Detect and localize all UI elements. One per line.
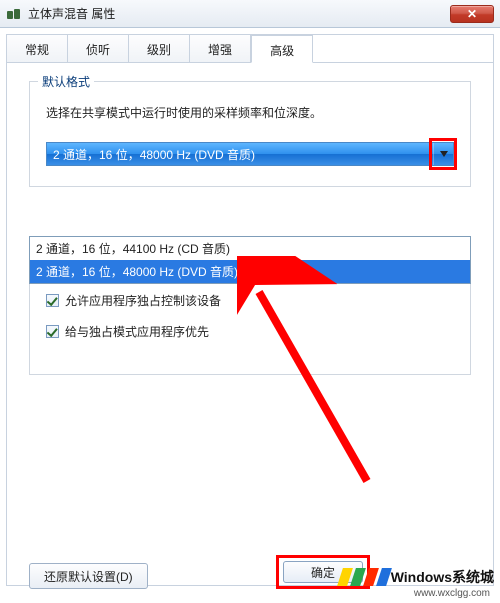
dialog-body: 常规 侦听 级别 增强 高级 默认格式 选择在共享模式中运行时使用的采样频率和位…: [6, 34, 494, 586]
watermark: Windows系统城: [340, 567, 494, 587]
tab-advanced[interactable]: 高级: [251, 35, 313, 63]
tab-levels[interactable]: 级别: [129, 35, 190, 62]
format-dropdown-list: 2 通道，16 位，44100 Hz (CD 音质) 2 通道，16 位，480…: [29, 236, 471, 284]
dropdown-arrow-button[interactable]: [433, 143, 453, 165]
tab-enhance[interactable]: 增强: [190, 35, 251, 62]
exclusive-mode-group: 独占模式 允许应用程序独占控制该设备 给与独占模式应用程序优先: [29, 269, 471, 375]
title-bar: 立体声混音 属性 ✕: [0, 0, 500, 28]
checkbox-label-exclusive-priority: 给与独占模式应用程序优先: [65, 323, 209, 340]
chevron-down-icon: [440, 151, 448, 157]
window-title: 立体声混音 属性: [28, 5, 450, 22]
watermark-text: Windows系统城: [391, 567, 494, 587]
format-option-cd[interactable]: 2 通道，16 位，44100 Hz (CD 音质): [30, 237, 470, 260]
format-dropdown[interactable]: 2 通道，16 位，48000 Hz (DVD 音质): [46, 142, 454, 166]
format-dropdown-wrap: 2 通道，16 位，48000 Hz (DVD 音质): [46, 142, 454, 166]
default-format-title: 默认格式: [38, 73, 94, 90]
checkbox-allow-exclusive[interactable]: [46, 294, 59, 307]
checkbox-row-allow-exclusive: 允许应用程序独占控制该设备: [46, 292, 454, 309]
restore-defaults-button[interactable]: 还原默认设置(D): [29, 563, 148, 589]
default-format-description: 选择在共享模式中运行时使用的采样频率和位深度。: [46, 104, 454, 122]
tab-listen[interactable]: 侦听: [68, 35, 129, 62]
format-dropdown-value: 2 通道，16 位，48000 Hz (DVD 音质): [47, 146, 433, 163]
default-format-group: 默认格式 选择在共享模式中运行时使用的采样频率和位深度。 2 通道，16 位，4…: [29, 81, 471, 187]
tab-bar: 常规 侦听 级别 增强 高级: [7, 35, 493, 63]
tab-content-advanced: 默认格式 选择在共享模式中运行时使用的采样频率和位深度。 2 通道，16 位，4…: [7, 81, 493, 603]
watermark-url: www.wxclgg.com: [414, 588, 490, 599]
window-icon: [6, 6, 22, 22]
format-option-dvd[interactable]: 2 通道，16 位，48000 Hz (DVD 音质): [30, 260, 470, 283]
checkbox-exclusive-priority[interactable]: [46, 325, 59, 338]
close-button[interactable]: ✕: [450, 5, 494, 23]
checkbox-row-exclusive-priority: 给与独占模式应用程序优先: [46, 323, 454, 340]
close-icon: ✕: [467, 8, 477, 20]
tab-general[interactable]: 常规: [7, 35, 68, 62]
checkbox-label-allow-exclusive: 允许应用程序独占控制该设备: [65, 292, 221, 309]
watermark-logo-icon: [340, 568, 389, 586]
